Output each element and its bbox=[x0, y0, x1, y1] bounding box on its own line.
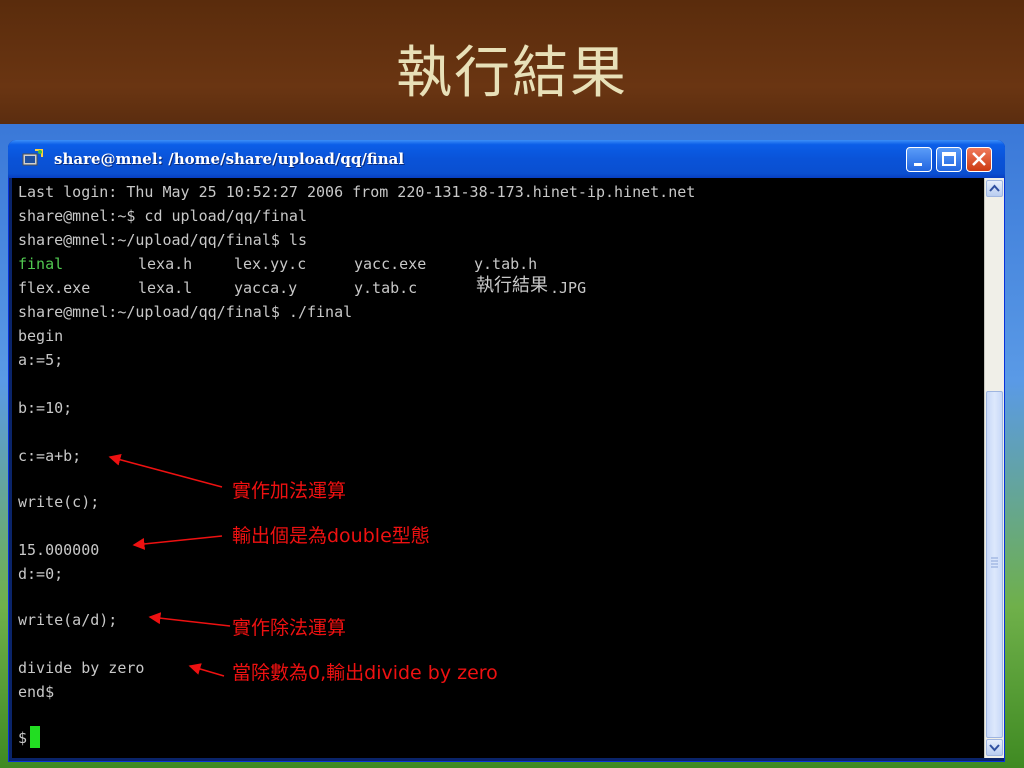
annotation-arrows bbox=[108, 453, 231, 677]
annotation-label: 當除數為0,輸出divide by zero bbox=[232, 662, 498, 684]
annotation-arrow bbox=[108, 453, 223, 488]
annotation-label: 輸出個是為double型態 bbox=[232, 525, 430, 547]
annotation-arrow bbox=[188, 663, 225, 677]
annotation-label: 實作加法運算 bbox=[232, 480, 347, 502]
annotation-label: 實作除法運算 bbox=[232, 617, 347, 639]
annotation-layer: 實作加法運算 輸出個是為double型態 實作除法運算 當除數為0,輸出divi… bbox=[0, 0, 1024, 768]
annotation-arrow bbox=[132, 535, 223, 550]
annotation-arrow bbox=[148, 612, 231, 627]
